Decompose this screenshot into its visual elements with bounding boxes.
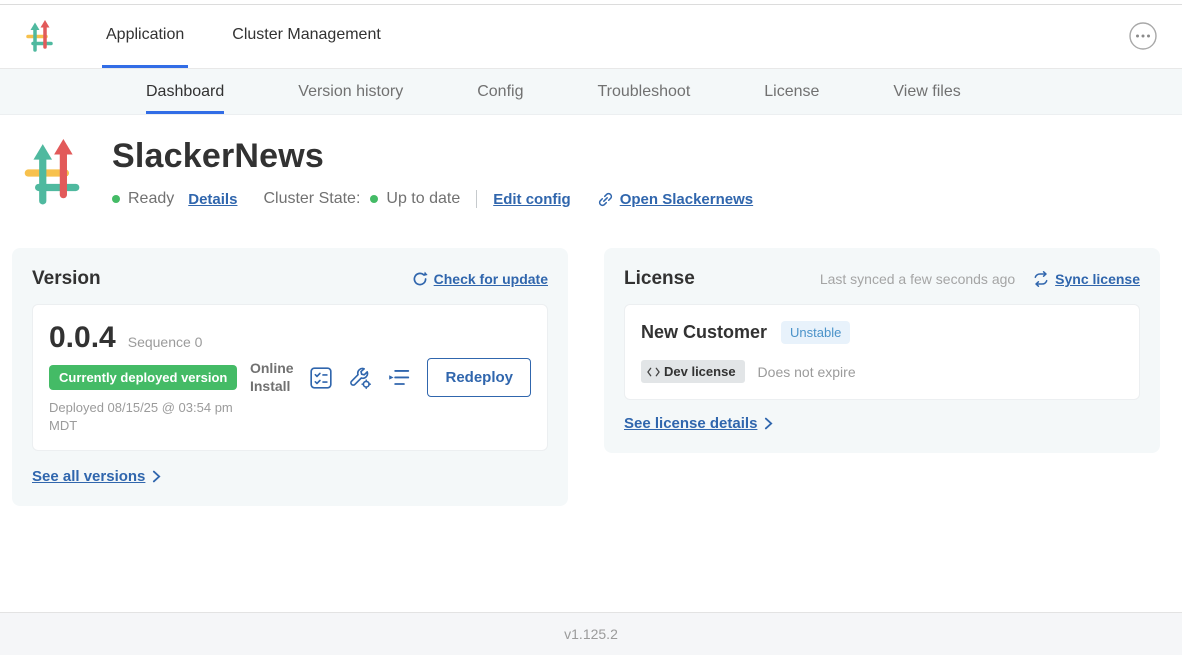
ready-status-dot (112, 195, 120, 203)
preflight-checks-button[interactable] (309, 366, 333, 390)
current-version-panel: 0.0.4 Sequence 0 Currently deployed vers… (32, 304, 548, 451)
chevron-right-icon (764, 417, 773, 430)
tab-application[interactable]: Application (102, 4, 188, 68)
version-card-title: Version (32, 268, 101, 290)
license-panel: New Customer Unstable Dev license Does n… (624, 304, 1140, 400)
sync-license-label: Sync license (1055, 271, 1140, 287)
check-for-update-label: Check for update (434, 271, 548, 287)
edit-config-link[interactable]: Edit config (493, 191, 571, 208)
deployed-badge: Currently deployed version (49, 365, 237, 390)
subnav-dashboard[interactable]: Dashboard (146, 69, 224, 114)
app-logo-icon (24, 20, 54, 52)
overflow-menu-button[interactable] (1128, 21, 1158, 51)
open-app-label: Open Slackernews (620, 191, 753, 208)
sync-license-link[interactable]: Sync license (1033, 271, 1140, 287)
open-app-link[interactable]: Open Slackernews (597, 191, 753, 208)
see-all-versions-link[interactable]: See all versions (32, 468, 161, 485)
divider (476, 190, 477, 208)
license-card: License Last synced a few seconds ago Sy… (604, 248, 1160, 453)
license-type-label: Dev license (664, 364, 736, 379)
app-logo-large-icon (20, 139, 82, 205)
license-card-title: License (624, 268, 695, 290)
secondary-nav: Dashboard Version history Config Trouble… (0, 69, 1182, 115)
check-for-update-link[interactable]: Check for update (412, 271, 548, 287)
cluster-state-label: Cluster State: (263, 190, 360, 208)
version-number: 0.0.4 (49, 321, 116, 355)
logs-icon (387, 366, 411, 390)
deploy-logs-button[interactable] (387, 366, 411, 390)
customer-name: New Customer (641, 322, 767, 343)
app-header: SlackerNews Ready Details Cluster State:… (0, 115, 1182, 208)
footer: v1.125.2 (0, 612, 1182, 655)
details-link[interactable]: Details (188, 191, 237, 208)
tab-cluster-management[interactable]: Cluster Management (228, 4, 385, 68)
expiry-label: Does not expire (758, 364, 856, 380)
see-license-details-link[interactable]: See license details (624, 415, 773, 432)
redeploy-button[interactable]: Redeploy (427, 358, 531, 397)
cluster-state-value: Up to date (386, 190, 460, 208)
code-icon (647, 367, 660, 377)
see-license-details-label: See license details (624, 415, 757, 432)
version-card: Version Check for update 0.0.4 Se (12, 248, 568, 506)
console-version-label: v1.125.2 (564, 626, 618, 642)
last-synced-label: Last synced a few seconds ago (820, 271, 1015, 287)
deployed-timestamp: Deployed 08/15/25 @ 03:54 pm MDT (49, 399, 250, 434)
license-type-badge: Dev license (641, 360, 745, 383)
subnav-view-files[interactable]: View files (893, 69, 960, 114)
status-row: Ready Details Cluster State: Up to date … (112, 190, 753, 208)
ellipsis-circle-icon (1128, 21, 1158, 51)
see-all-versions-label: See all versions (32, 468, 145, 485)
chevron-right-icon (152, 470, 161, 483)
ready-status-label: Ready (128, 190, 174, 208)
config-tool-button[interactable] (348, 366, 372, 390)
install-type-label: Online Install (250, 360, 296, 395)
cluster-state-dot (370, 195, 378, 203)
primary-tabs: Application Cluster Management (102, 4, 385, 68)
channel-badge: Unstable (781, 321, 850, 344)
wrench-gear-icon (348, 366, 372, 390)
subnav-version-history[interactable]: Version history (298, 69, 403, 114)
refresh-icon (412, 271, 428, 287)
link-icon (597, 191, 614, 208)
dashboard-cards: Version Check for update 0.0.4 Se (0, 208, 1182, 506)
sync-arrows-icon (1033, 271, 1049, 287)
top-navbar: Application Cluster Management (0, 0, 1182, 69)
page-title: SlackerNews (112, 137, 753, 176)
checklist-icon (309, 366, 333, 390)
subnav-license[interactable]: License (764, 69, 819, 114)
subnav-troubleshoot[interactable]: Troubleshoot (597, 69, 690, 114)
subnav-config[interactable]: Config (477, 69, 523, 114)
sequence-label: Sequence 0 (128, 334, 203, 350)
